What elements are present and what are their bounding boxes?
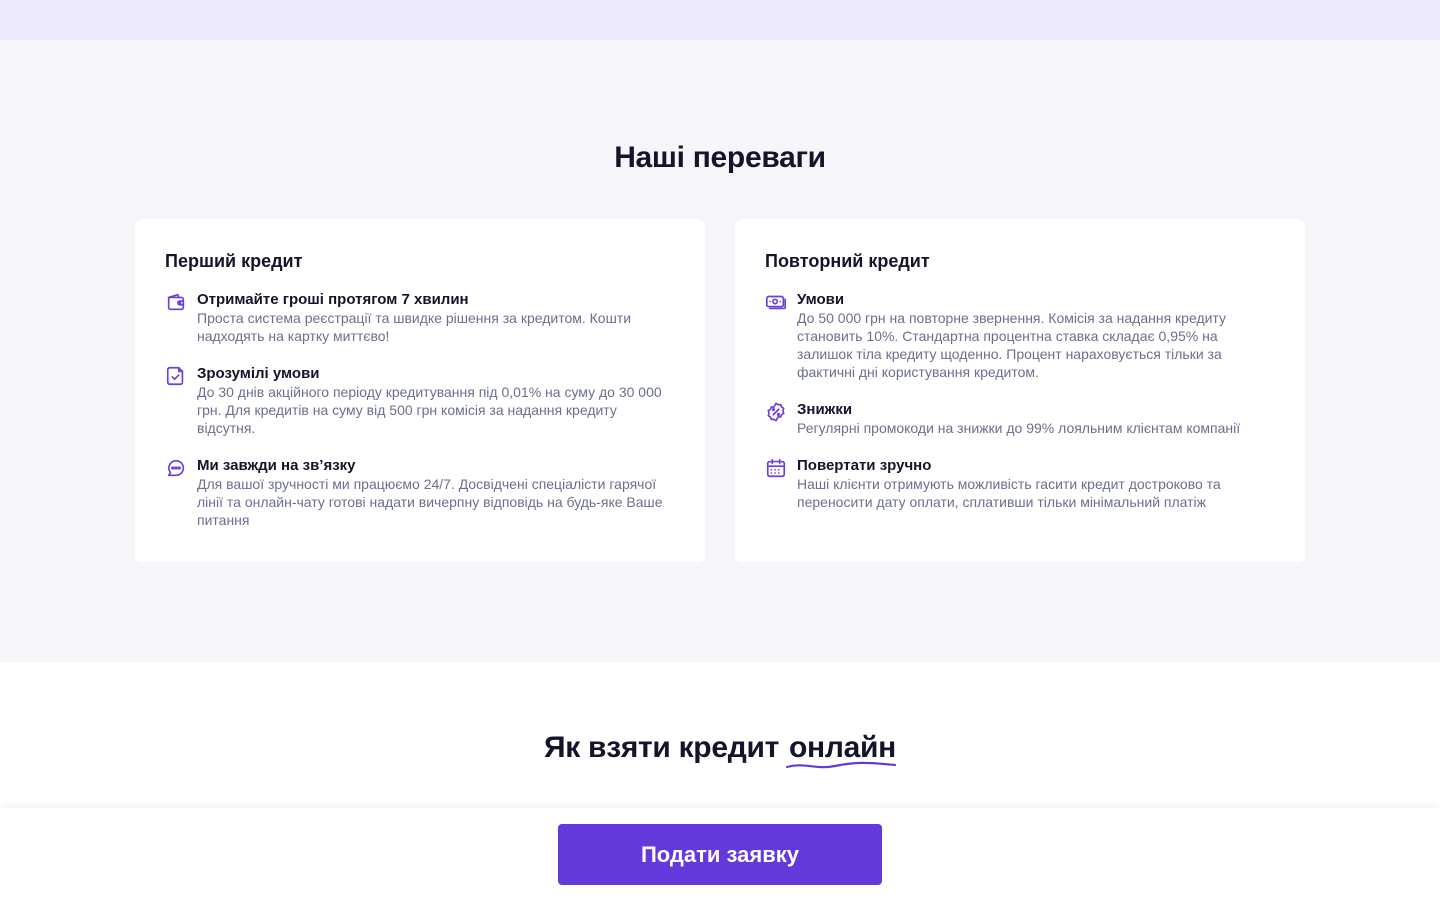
money-icon (765, 291, 787, 313)
bottom-cta-bar: Подати заявку (0, 808, 1440, 900)
first-credit-title: Перший кредит (165, 251, 303, 271)
feature-title: Зрозумілі умови (197, 365, 320, 382)
discount-icon (765, 401, 787, 423)
feature-title: Знижки (797, 401, 853, 418)
feature-desc: Проста система реєстрації та швидке ріше… (197, 310, 632, 344)
underline-swoosh-icon (785, 761, 897, 769)
how-to-title-main: Як взяти кредит (544, 731, 779, 764)
feature-title: Повертати зручно (797, 457, 932, 474)
chat-icon (165, 457, 187, 479)
feature-title: Отримайте гроші протягом 7 хвилин (197, 291, 469, 308)
feature-desc: Наші клієнти отримують можливість гасити… (797, 476, 1221, 510)
repeat-credit-title: Повторний кредит (765, 251, 930, 271)
how-to-title: Як взяти кредит онлайн (0, 731, 1440, 769)
repeat-credit-card: Повторний кредит Умови До 50 000 грн на … (735, 219, 1305, 562)
feature-item: Умови До 50 000 грн на повторне зверненн… (765, 291, 1275, 381)
first-credit-card: Перший кредит Отримайте гроші протягом 7… (135, 219, 705, 562)
feature-desc: Регулярні промокоди на знижки до 99% лоя… (797, 420, 1241, 436)
apply-button[interactable]: Подати заявку (558, 824, 882, 885)
document-check-icon (165, 365, 187, 387)
feature-item: Отримайте гроші протягом 7 хвилин Проста… (165, 291, 675, 345)
top-strip (0, 0, 1440, 40)
advantages-section: Наші переваги Перший кредит Отримайте гр… (0, 40, 1440, 662)
feature-item: Ми завжди на зв’язку Для вашої зручності… (165, 457, 675, 529)
feature-desc: До 30 днів акційного періоду кредитуванн… (197, 384, 662, 436)
advantages-title: Наші переваги (614, 141, 826, 174)
feature-item: Зрозумілі умови До 30 днів акційного пер… (165, 365, 675, 437)
feature-item: Повертати зручно Наші клієнти отримують … (765, 457, 1275, 511)
feature-desc: До 50 000 грн на повторне звернення. Ком… (797, 310, 1226, 380)
feature-title: Ми завжди на зв’язку (197, 457, 356, 474)
wallet-icon (165, 291, 187, 313)
feature-desc: Для вашої зручності ми працюємо 24/7. До… (197, 476, 663, 528)
feature-title: Умови (797, 291, 845, 308)
calendar-icon (765, 457, 787, 479)
how-to-title-accent: онлайн (785, 731, 896, 769)
feature-item: Знижки Регулярні промокоди на знижки до … (765, 401, 1275, 437)
